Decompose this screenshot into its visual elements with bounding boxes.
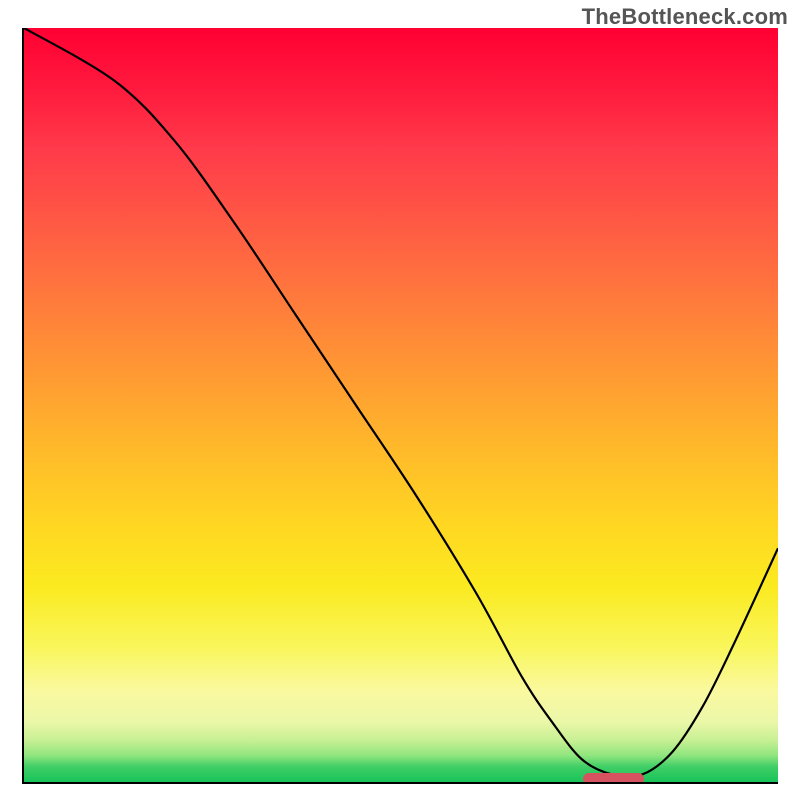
curve-path (24, 28, 778, 777)
plot-area (22, 28, 778, 784)
watermark-label: TheBottleneck.com (582, 4, 788, 30)
optimal-range-marker (583, 773, 643, 784)
bottleneck-curve (24, 28, 778, 782)
chart-container: TheBottleneck.com (0, 0, 800, 800)
